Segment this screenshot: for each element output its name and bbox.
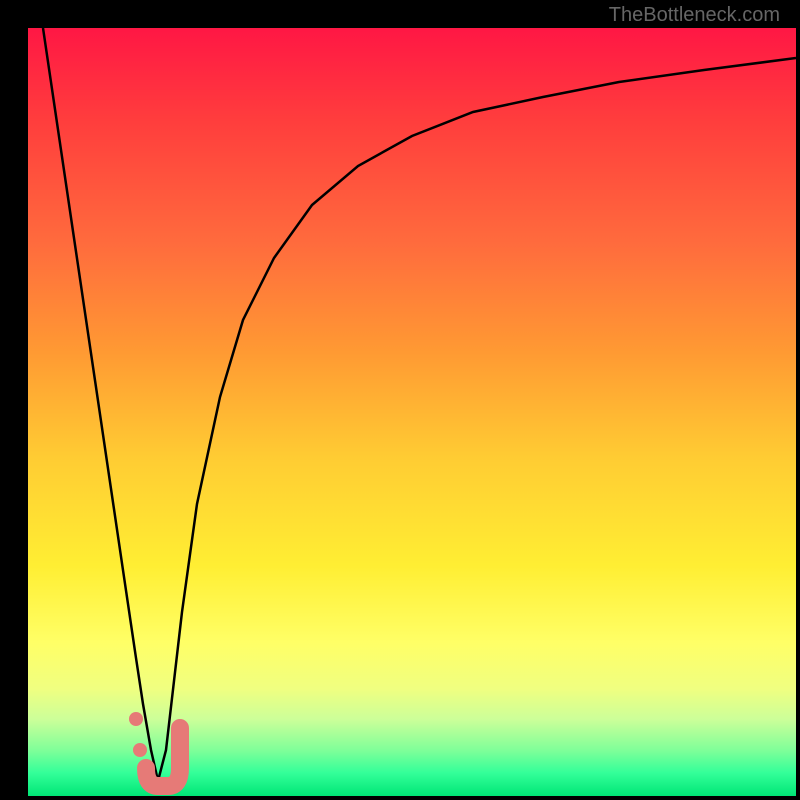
chart-container	[28, 28, 796, 796]
bottleneck-marker	[129, 712, 180, 786]
bottleneck-curve	[28, 28, 796, 796]
right-curve-segment	[158, 58, 796, 781]
watermark-text: TheBottleneck.com	[609, 4, 780, 27]
left-curve-segment	[43, 28, 158, 781]
